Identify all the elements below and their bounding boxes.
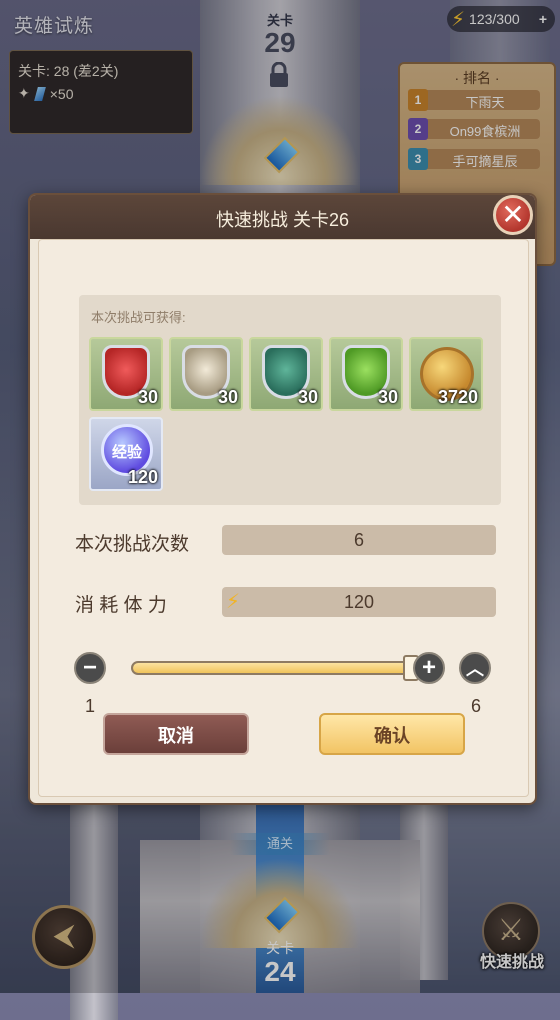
increase-button[interactable]: +: [413, 652, 445, 684]
slider-max-label: 6: [471, 696, 482, 716]
stamina-cost-field: ⚡ 120: [222, 587, 496, 617]
chevron-up-icon: ︿: [466, 659, 484, 679]
rewards-label: 本次挑战可获得:: [91, 310, 186, 325]
count-slider-track[interactable]: [131, 661, 411, 675]
reward-count: 30: [377, 387, 398, 407]
reward-count: 30: [137, 387, 158, 407]
dialog-header: 快速挑战 关卡26: [30, 195, 535, 239]
count-slider-fill: [133, 663, 409, 673]
stamina-cost-label: 消 耗 体 力: [75, 595, 167, 616]
decrease-button[interactable]: −: [74, 652, 106, 684]
challenge-count-label: 本次挑战次数: [75, 534, 190, 555]
confirm-button[interactable]: 确认: [319, 713, 465, 755]
exp-orb-label: 经验: [111, 444, 142, 461]
rewards-panel: 本次挑战可获得: 30 30 30 30 3720 经验 120: [79, 295, 501, 505]
reward-count: 30: [297, 387, 318, 407]
max-button[interactable]: ︿: [459, 652, 491, 684]
reward-slot[interactable]: 经验 120: [89, 417, 163, 491]
reward-count: 120: [127, 467, 158, 487]
reward-slot[interactable]: 30: [249, 337, 323, 411]
challenge-count-field: 6: [222, 525, 496, 555]
reward-count: 30: [217, 387, 238, 407]
reward-slot[interactable]: 30: [169, 337, 243, 411]
reward-slot[interactable]: 30: [329, 337, 403, 411]
close-button[interactable]: ✕: [493, 195, 533, 235]
stamina-cost-value: 120: [343, 592, 375, 612]
reward-slot[interactable]: 30: [89, 337, 163, 411]
dialog-title: 快速挑战 关卡26: [215, 210, 350, 230]
cancel-button[interactable]: 取消: [103, 713, 249, 755]
slider-min-label: 1: [85, 696, 96, 716]
reward-slot[interactable]: 3720: [409, 337, 483, 411]
lightning-icon: ⚡: [226, 591, 241, 613]
minus-icon: −: [82, 654, 97, 681]
plus-icon: +: [421, 654, 436, 681]
reward-count: 3720: [437, 387, 478, 407]
dialog-body: 本次挑战可获得: 30 30 30 30 3720 经验 120 本次挑战次数 …: [38, 239, 529, 797]
quick-challenge-dialog: 快速挑战 关卡26 ✕ 本次挑战可获得: 30 30 30 30 3720 经验…: [28, 193, 537, 805]
